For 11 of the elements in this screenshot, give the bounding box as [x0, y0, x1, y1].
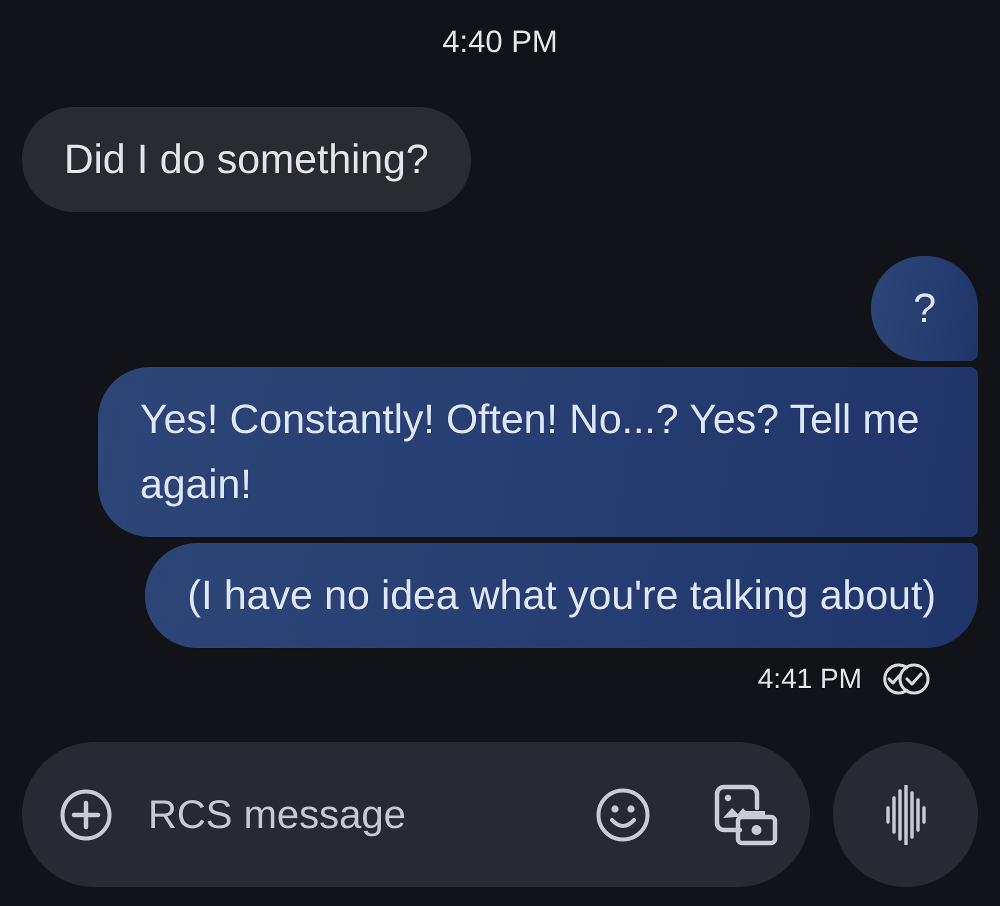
timestamp: 4:40 PM: [442, 23, 558, 61]
sent-message-bubble: ?: [871, 256, 978, 361]
sent-message-bubble: (I have no idea what you're talking about): [145, 543, 978, 648]
message-input[interactable]: RCS message: [148, 790, 596, 840]
sent-time: 4:41 PM: [758, 662, 862, 696]
emoji-icon[interactable]: [596, 788, 650, 842]
received-message-bubble: Did I do something?: [22, 107, 471, 212]
gallery-camera-icon[interactable]: [714, 784, 778, 846]
add-icon[interactable]: [60, 788, 112, 840]
sent-message-bubble: Yes! Constantly! Often! No...? Yes? Tell me again!: [98, 367, 978, 537]
waveform-icon: [884, 784, 928, 844]
